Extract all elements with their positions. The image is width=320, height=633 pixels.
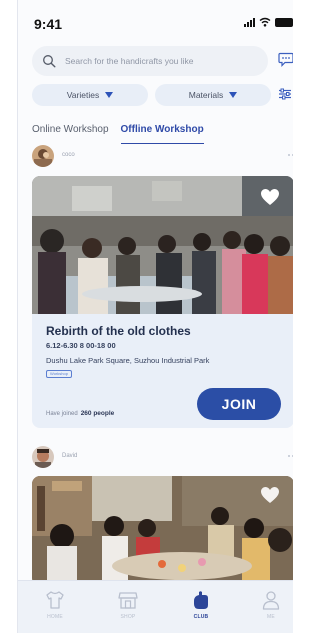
nav-club[interactable]: CLUB [179, 589, 223, 620]
signal-icon [244, 17, 255, 27]
chat-icon[interactable] [278, 52, 293, 67]
person-icon [262, 591, 280, 610]
workshop-card[interactable] [32, 476, 293, 586]
filter-row: Varieties Materials [32, 84, 293, 106]
post-header: coco [32, 145, 293, 167]
shop-icon [118, 592, 138, 609]
favorite-heart-icon[interactable] [260, 188, 280, 206]
wifi-icon [259, 17, 271, 27]
materials-label: Materials [188, 90, 224, 100]
post-header: David [32, 446, 293, 468]
workshop-date: 6.12-6.30 8 00-18 00 [46, 341, 116, 350]
joined-people: 260 people [80, 410, 115, 417]
favorite-heart-icon[interactable] [260, 486, 280, 504]
nav-label: ME [267, 614, 275, 620]
materials-dropdown[interactable]: Materials [155, 84, 271, 106]
author-name[interactable]: coco [62, 152, 75, 158]
nav-label: SHOP [120, 614, 136, 620]
workshop-photo [32, 476, 293, 586]
nav-label: CLUB [193, 614, 209, 620]
search-icon [43, 55, 56, 68]
workshop-card[interactable]: Rebirth of the old clothes 6.12-6.30 8 0… [32, 176, 293, 428]
battery-icon [275, 18, 293, 27]
workshop-tabs: Online Workshop Offline Workshop [32, 124, 204, 144]
workshop-location: Dushu Lake Park Square, Suzhou Industria… [46, 356, 210, 365]
workshop-tag: Workshop [46, 370, 72, 378]
nav-home[interactable]: HOME [33, 589, 77, 620]
author-name[interactable]: David [62, 453, 77, 459]
status-icons [244, 17, 293, 27]
avatar[interactable] [32, 446, 54, 468]
filter-sliders-icon[interactable] [278, 87, 292, 101]
dropdown-triangle-icon [229, 92, 238, 98]
tab-online-workshop[interactable]: Online Workshop [32, 124, 109, 144]
dropdown-triangle-icon [105, 92, 114, 98]
nav-me[interactable]: ME [249, 589, 293, 620]
status-bar: 9:41 [18, 0, 293, 40]
nav-label: HOME [47, 614, 63, 620]
bottom-nav: HOME SHOP CLUB ME [18, 580, 293, 633]
joined-label: Have joined [46, 411, 78, 417]
search-input[interactable]: Search for the handicrafts you like [32, 46, 268, 76]
tab-offline-workshop[interactable]: Offline Workshop [120, 124, 204, 144]
more-icon[interactable] [288, 455, 293, 457]
club-hand-icon [194, 591, 208, 609]
workshop-title: Rebirth of the old clothes [46, 324, 191, 338]
status-time: 9:41 [34, 16, 63, 32]
app-screen: 9:41 Search for the handicrafts you like [17, 0, 293, 633]
shirt-icon [46, 591, 64, 609]
join-button[interactable]: JOIN [197, 388, 281, 420]
avatar[interactable] [32, 145, 54, 167]
nav-shop[interactable]: SHOP [106, 589, 150, 620]
varieties-label: Varieties [66, 90, 100, 100]
varieties-dropdown[interactable]: Varieties [32, 84, 148, 106]
more-icon[interactable] [288, 154, 293, 156]
workshop-photo [32, 176, 293, 314]
search-row: Search for the handicrafts you like [32, 46, 293, 76]
search-placeholder: Search for the handicrafts you like [65, 56, 194, 66]
joined-count: Have joined 260 people [46, 410, 114, 417]
